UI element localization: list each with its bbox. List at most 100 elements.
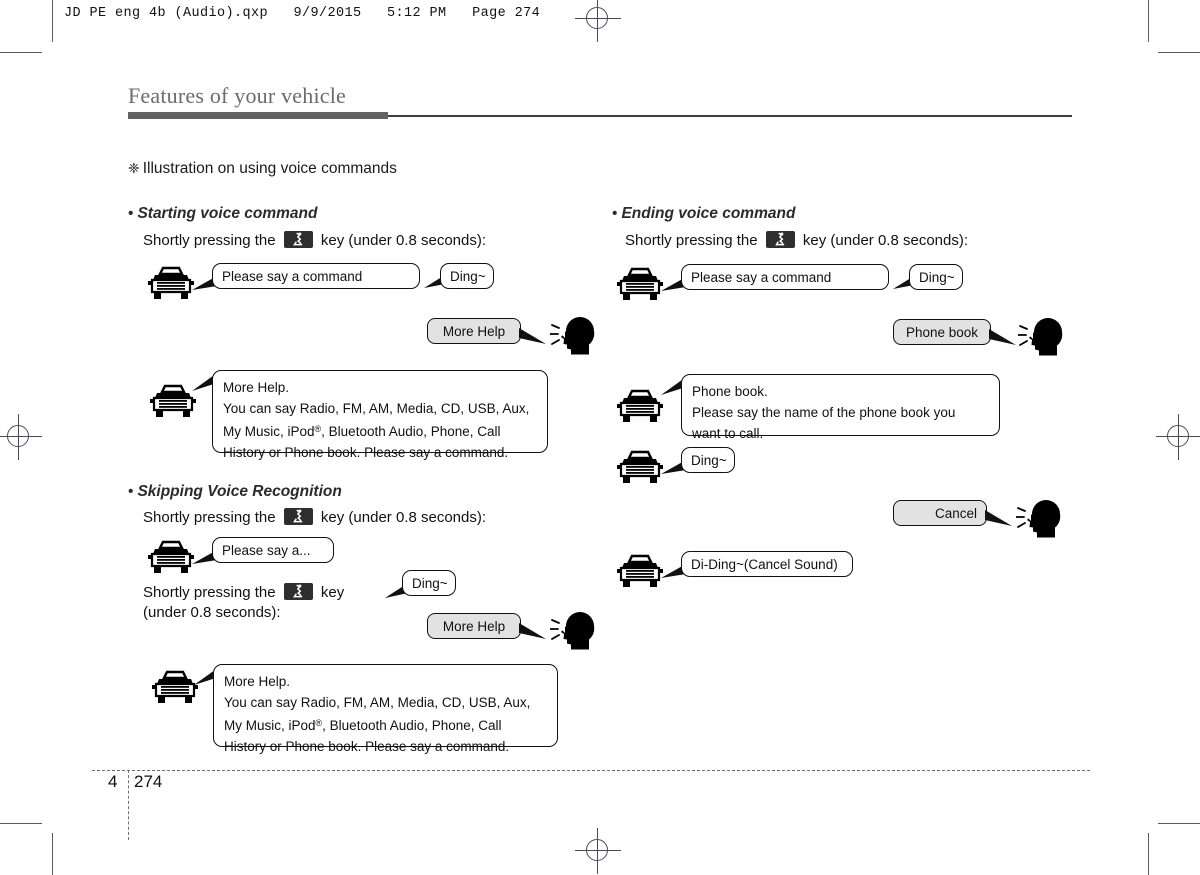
crop-mark-top-right-horizontal bbox=[1158, 52, 1200, 53]
bubble-text: Ding~ bbox=[412, 576, 448, 591]
registration-mark-bottom bbox=[575, 828, 621, 874]
bubble-line-title: Phone book. bbox=[692, 384, 768, 399]
registration-mark-right bbox=[1156, 414, 1200, 460]
bubble-line-2: My Music, iPod®, Bluetooth Audio, Phone,… bbox=[224, 713, 547, 736]
bubble-line-3: History or Phone book. Please say a comm… bbox=[223, 445, 509, 460]
instruction-text-after: key (under 0.8 seconds): bbox=[802, 232, 969, 249]
bubble-ding-right-1: Ding~ bbox=[909, 264, 963, 290]
footer-divider bbox=[92, 770, 1090, 771]
crop-mark-top-right-vertical bbox=[1148, 0, 1149, 42]
car-front-icon bbox=[617, 554, 663, 595]
voice-recognition-key-icon bbox=[765, 231, 795, 248]
asterisk-flower-icon: ❈ bbox=[128, 160, 140, 176]
crop-mark-top-left-horizontal bbox=[0, 52, 42, 53]
bubble-line-2b: , Bluetooth Audio, Phone, Call bbox=[321, 424, 501, 439]
bubble-line-2: My Music, iPod®, Bluetooth Audio, Phone,… bbox=[223, 419, 537, 442]
bubble-line-2a: My Music, iPod bbox=[223, 424, 315, 439]
bubble-user-more-help-1: More Help bbox=[427, 318, 521, 344]
bubble-text: Di-Ding~(Cancel Sound) bbox=[691, 557, 838, 572]
talking-head-icon bbox=[1017, 312, 1068, 361]
bubble-text: Please say a command bbox=[691, 270, 832, 285]
speech-tail-user-cancel bbox=[985, 510, 1012, 526]
car-front-icon bbox=[148, 266, 194, 307]
crop-mark-bottom-left-vertical bbox=[52, 833, 53, 875]
instruction-text-before: Shortly pressing the bbox=[143, 509, 276, 526]
speech-tail-user-2 bbox=[519, 623, 546, 639]
instruction-text-after: key (under 0.8 seconds): bbox=[320, 232, 487, 249]
registration-mark-top bbox=[575, 0, 621, 42]
instruction-starting-press: Shortly pressing the key (under 0.8 seco… bbox=[143, 230, 486, 251]
print-header-filename: JD PE eng 4b (Audio).qxp 9/9/2015 5:12 P… bbox=[64, 6, 541, 21]
bubble-line-1: Please say the name of the phone book yo… bbox=[692, 405, 956, 420]
instruction-skipping-press-2-second: (under 0.8 seconds): bbox=[143, 604, 281, 621]
bubble-user-more-help-2: More Help bbox=[427, 613, 521, 639]
instruction-text-before: Shortly pressing the bbox=[143, 584, 276, 601]
heading-label: Ending voice command bbox=[621, 205, 796, 222]
crop-mark-bottom-right-vertical bbox=[1148, 833, 1149, 875]
bubble-text: Ding~ bbox=[450, 269, 486, 284]
bubble-line-3: History or Phone book. Please say a comm… bbox=[224, 739, 510, 754]
heading-ending-voice-command: • Ending voice command bbox=[612, 205, 795, 223]
bullet-dot: • bbox=[612, 205, 618, 222]
footer-vertical-divider bbox=[128, 770, 129, 840]
voice-recognition-key-icon bbox=[283, 583, 313, 600]
bubble-ding-left-2: Ding~ bbox=[402, 570, 456, 596]
bubble-line-2b: , Bluetooth Audio, Phone, Call bbox=[322, 718, 502, 733]
bubble-line-1: You can say Radio, FM, AM, Media, CD, US… bbox=[224, 695, 531, 710]
crop-mark-top-left-vertical bbox=[52, 0, 53, 42]
title-rule-thin bbox=[388, 115, 1072, 117]
bubble-ding-right-2: Ding~ bbox=[681, 447, 735, 473]
car-front-icon bbox=[150, 384, 196, 425]
bubble-text: Cancel bbox=[934, 506, 977, 521]
car-front-icon bbox=[152, 670, 198, 711]
bubble-text: More Help bbox=[442, 619, 506, 634]
illustration-section-heading: ❈ Illustration on using voice commands bbox=[128, 160, 397, 178]
bubble-line-2a: My Music, iPod bbox=[224, 718, 316, 733]
heading-label: Skipping Voice Recognition bbox=[137, 483, 342, 500]
bubble-line-2: want to call. bbox=[692, 426, 764, 441]
voice-recognition-key-icon bbox=[283, 231, 313, 248]
bubble-please-say-a-command-right: Please say a command bbox=[681, 264, 889, 290]
bubble-more-help-detail-1: More Help. You can say Radio, FM, AM, Me… bbox=[212, 370, 548, 460]
speech-tail-user-phone-book bbox=[989, 329, 1016, 345]
instruction-skipping-press-2: Shortly pressing the key bbox=[143, 582, 344, 603]
instruction-skipping-press-1: Shortly pressing the key (under 0.8 seco… bbox=[143, 507, 486, 528]
bubble-user-phone-book: Phone book bbox=[893, 319, 991, 345]
crop-mark-bottom-left-horizontal bbox=[0, 823, 42, 824]
bullet-dot: • bbox=[128, 483, 134, 500]
bubble-more-help-detail-2: More Help. You can say Radio, FM, AM, Me… bbox=[213, 664, 558, 754]
bullet-dot: • bbox=[128, 205, 134, 222]
bubble-text: Phone book bbox=[905, 325, 979, 340]
bubble-text: Ding~ bbox=[919, 270, 955, 285]
instruction-text-before: Shortly pressing the bbox=[625, 232, 758, 249]
crop-mark-bottom-right-horizontal bbox=[1158, 823, 1200, 824]
bubble-line-title: More Help. bbox=[223, 380, 290, 395]
bubble-text: Ding~ bbox=[691, 453, 727, 468]
voice-recognition-key-icon bbox=[283, 508, 313, 525]
bubble-please-say-a-partial: Please say a... bbox=[212, 537, 334, 563]
bubble-text: More Help bbox=[442, 324, 506, 339]
talking-head-icon bbox=[1015, 494, 1066, 543]
heading-starting-voice-command: • Starting voice command bbox=[128, 205, 317, 223]
heading-label: Starting voice command bbox=[137, 205, 318, 222]
footer-chapter-number: 4 bbox=[108, 772, 118, 791]
bubble-line-1: You can say Radio, FM, AM, Media, CD, US… bbox=[223, 401, 530, 416]
instruction-text-after: key (under 0.8 seconds): bbox=[320, 509, 487, 526]
registration-mark-left bbox=[0, 414, 42, 460]
footer-page-number: 274 bbox=[134, 772, 163, 791]
heading-skipping-voice-recognition: • Skipping Voice Recognition bbox=[128, 483, 342, 501]
car-front-icon bbox=[617, 389, 663, 430]
page-title: Features of your vehicle bbox=[128, 83, 347, 108]
bubble-di-ding-cancel-sound: Di-Ding~(Cancel Sound) bbox=[681, 551, 853, 577]
bubble-line-title: More Help. bbox=[224, 674, 291, 689]
bubble-phone-book-detail: Phone book. Please say the name of the p… bbox=[681, 374, 1000, 441]
bubble-ding-left-1: Ding~ bbox=[440, 263, 494, 289]
car-front-icon bbox=[617, 267, 663, 308]
speech-tail-user-1 bbox=[519, 328, 546, 344]
title-rule-thick bbox=[128, 112, 388, 119]
bubble-text: Please say a... bbox=[222, 543, 311, 558]
car-front-icon bbox=[148, 540, 194, 581]
bubble-user-cancel: Cancel bbox=[893, 500, 987, 526]
instruction-text-before: Shortly pressing the bbox=[143, 232, 276, 249]
talking-head-icon bbox=[549, 606, 600, 655]
